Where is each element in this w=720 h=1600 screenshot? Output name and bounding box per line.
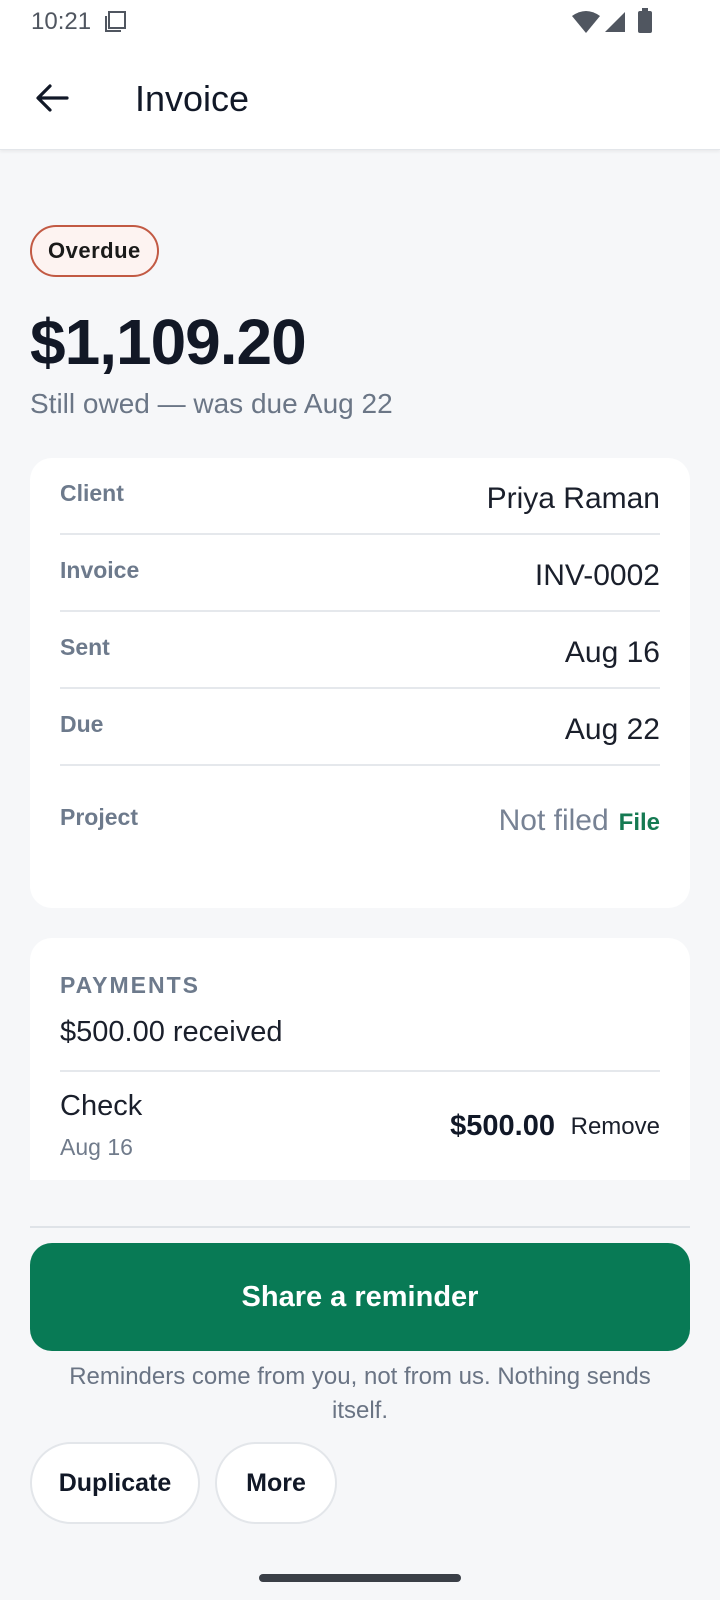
detail-row-client: Client Priya Raman <box>60 458 660 535</box>
detail-row-invoice: Invoice INV-0002 <box>60 535 660 612</box>
file-project-link[interactable]: File <box>619 809 660 837</box>
remove-payment-button[interactable]: Remove <box>571 1113 660 1141</box>
sent-date-value: Aug 16 <box>564 636 660 669</box>
screenshot-notification-icon <box>105 11 126 32</box>
app-bar: Invoice <box>0 48 720 150</box>
detail-row-due: Due Aug 22 <box>60 689 660 766</box>
arrow-back-icon <box>36 84 69 112</box>
detail-label: Invoice <box>60 557 140 583</box>
payment-amount: $500.00 <box>450 1110 555 1142</box>
home-indicator[interactable] <box>259 1574 461 1582</box>
share-reminder-button[interactable]: Share a reminder <box>30 1243 690 1351</box>
duplicate-button[interactable]: Duplicate <box>30 1442 200 1524</box>
wifi-icon <box>572 11 600 33</box>
reminder-note: Reminders come from you, not from us. No… <box>69 1363 651 1424</box>
payment-date: Aug 16 <box>60 1134 133 1160</box>
detail-label: Project <box>60 804 138 830</box>
invoice-number-value: INV-0002 <box>534 559 660 592</box>
status-badge: Overdue <box>30 225 159 277</box>
status-time: 10:21 <box>31 8 92 35</box>
page-title: Invoice <box>135 78 250 119</box>
project-value: Not filed File <box>499 804 660 838</box>
due-subtitle: Still owed — was due Aug 22 <box>30 388 393 419</box>
invoice-details-card: Client Priya Raman Invoice INV-0002 Sent… <box>30 458 690 908</box>
back-button[interactable] <box>22 70 82 126</box>
status-bar: 10:21 <box>0 0 720 48</box>
detail-row-project: Project Not filed File <box>60 766 660 861</box>
cellular-signal-icon <box>605 12 625 32</box>
divider <box>30 1226 690 1228</box>
detail-row-sent: Sent Aug 16 <box>60 612 660 689</box>
project-status: Not filed <box>498 804 609 837</box>
payment-method: Check <box>60 1090 143 1122</box>
payments-card: PAYMENTS $500.00 received Check Aug 16 $… <box>30 938 690 1180</box>
client-value: Priya Raman <box>486 482 660 515</box>
detail-label: Due <box>60 711 104 737</box>
more-button[interactable]: More <box>215 1442 337 1524</box>
detail-label: Sent <box>60 634 110 660</box>
battery-icon <box>638 8 652 33</box>
due-date-value: Aug 22 <box>564 713 660 746</box>
amount-due: $1,109.20 <box>30 306 307 378</box>
detail-label: Client <box>60 480 124 506</box>
payments-heading: PAYMENTS <box>60 972 200 998</box>
divider <box>60 1070 660 1072</box>
payments-total: $500.00 received <box>60 1016 283 1048</box>
